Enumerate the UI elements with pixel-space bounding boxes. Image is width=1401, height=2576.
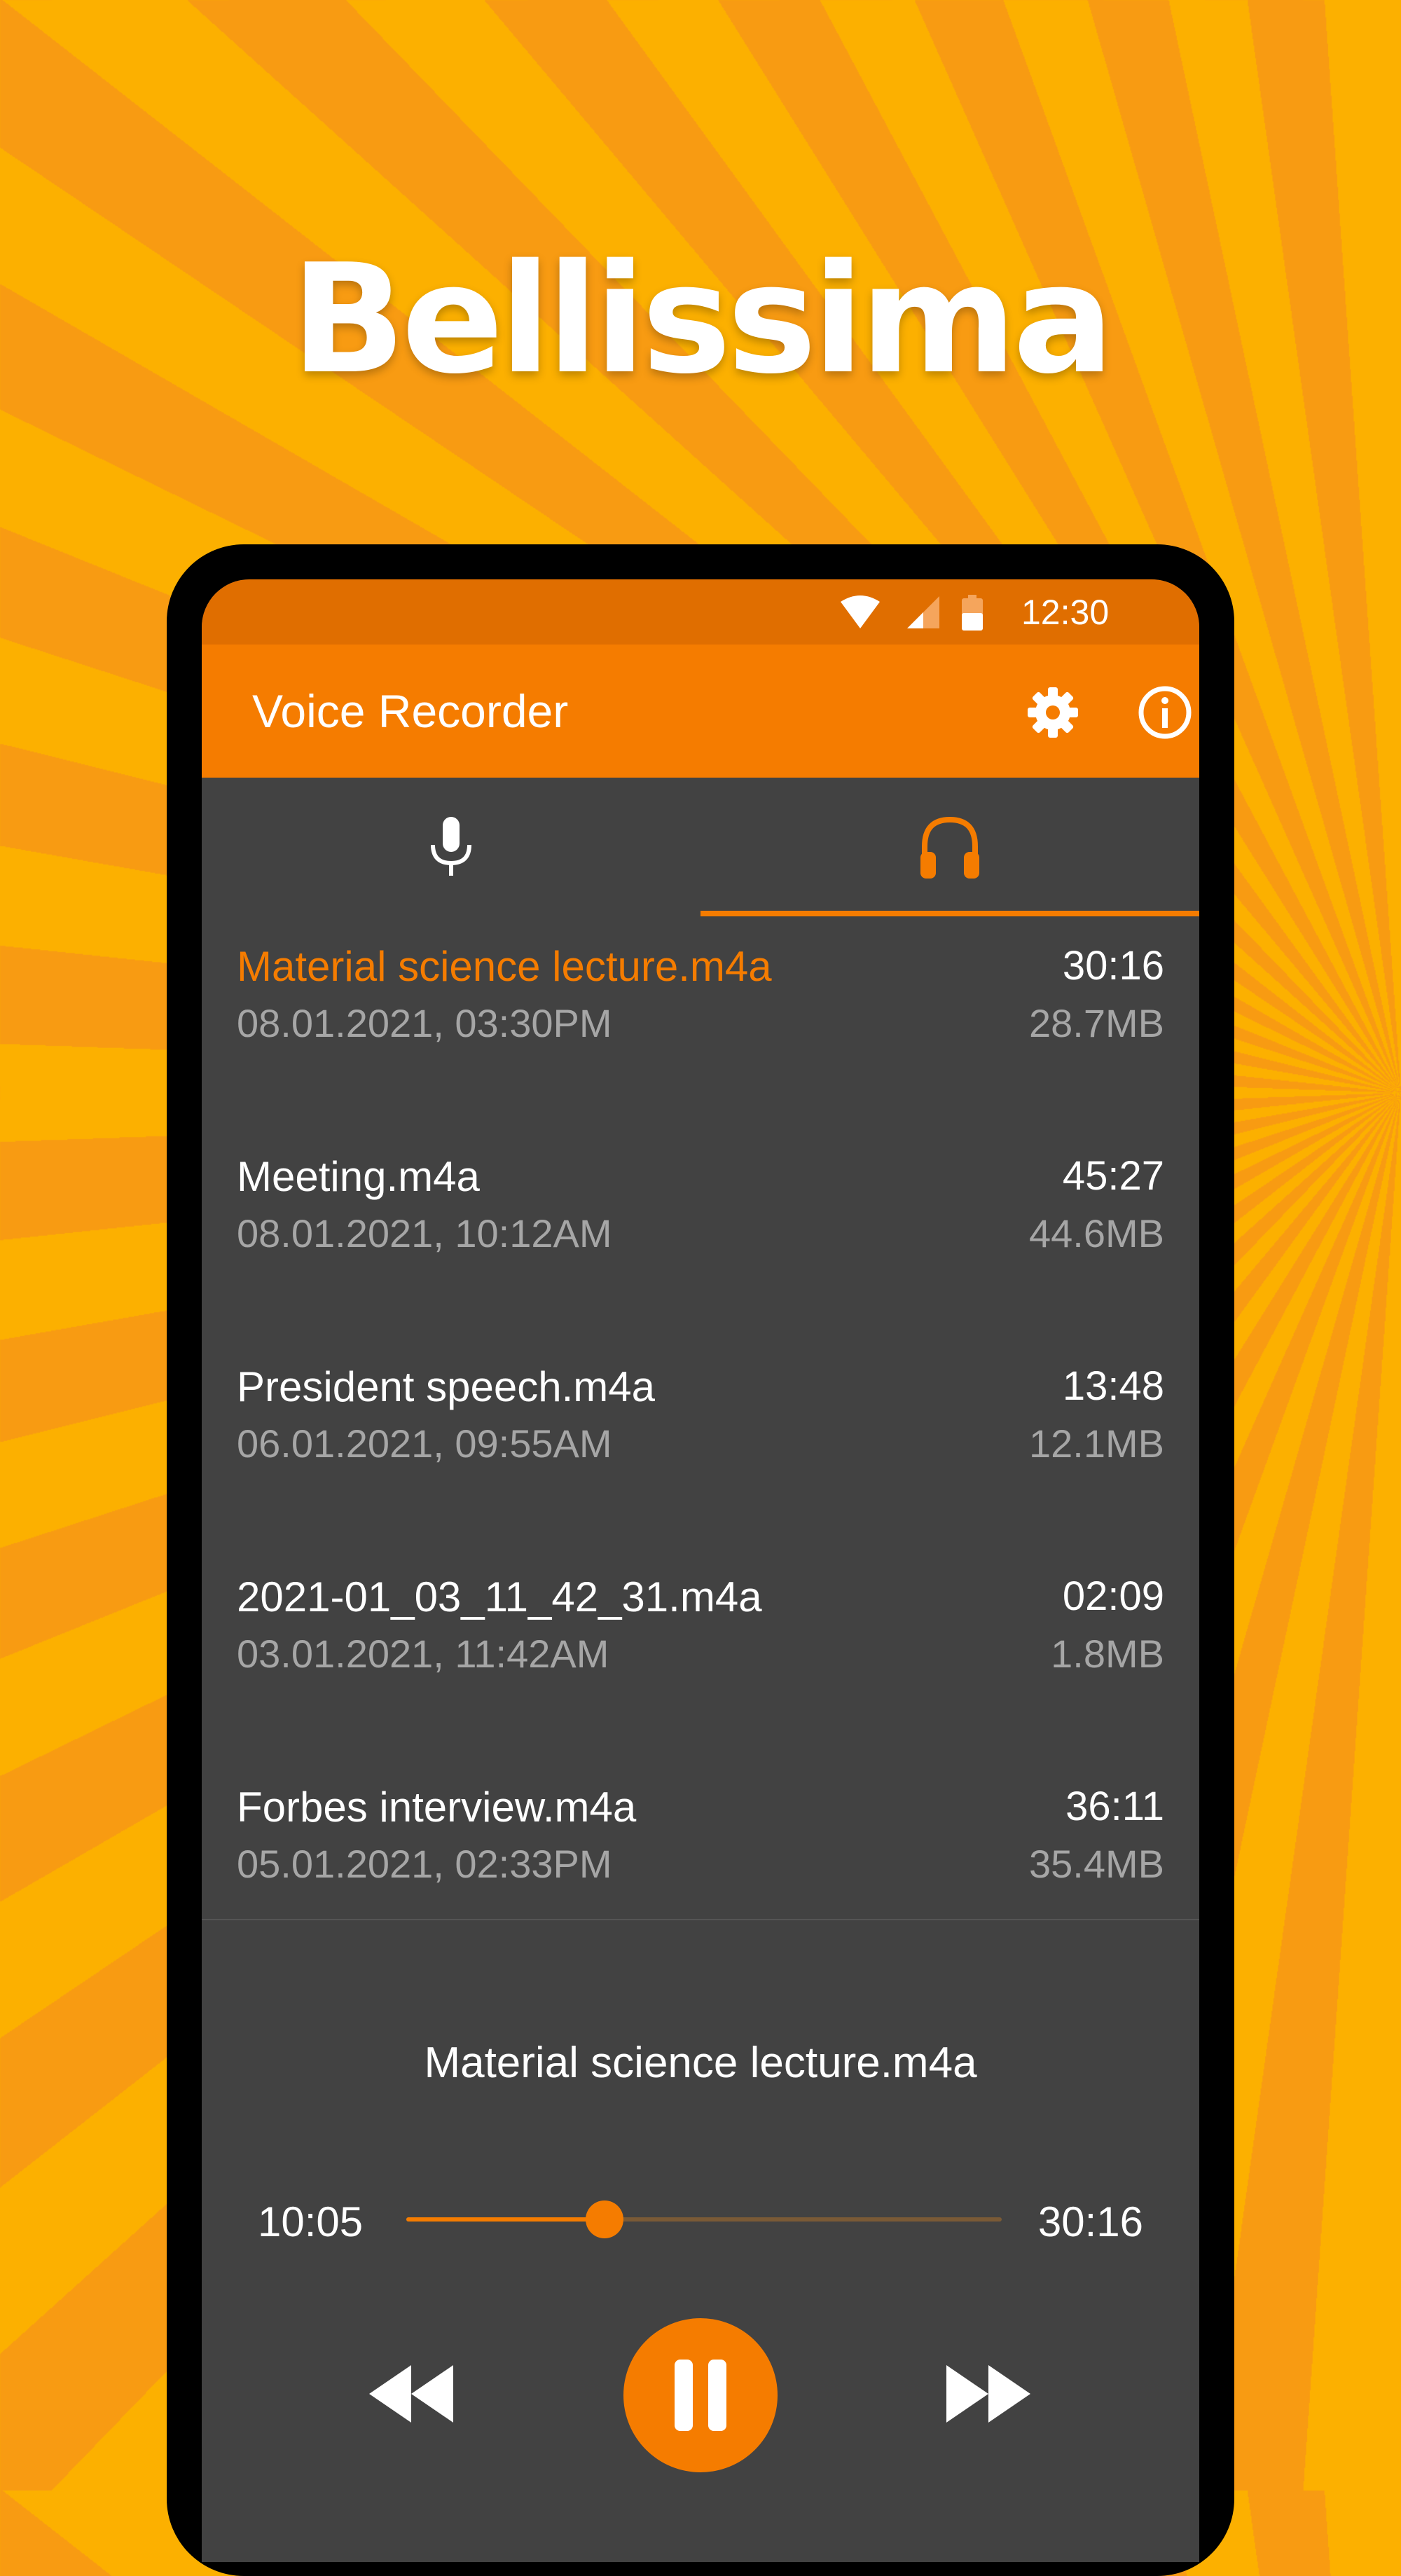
tab-bar (202, 778, 1199, 918)
recording-item[interactable]: President speech.m4a 06.01.2021, 09:55AM… (202, 1338, 1199, 1548)
recording-name: President speech.m4a (237, 1363, 656, 1410)
status-time: 12:30 (1021, 593, 1110, 632)
recording-name: Material science lecture.m4a (237, 943, 772, 990)
info-icon (1138, 686, 1192, 739)
battery-icon (962, 595, 983, 631)
seek-bar[interactable] (406, 2200, 1002, 2238)
recordings-list: Material science lecture.m4a 08.01.2021,… (202, 918, 1199, 1969)
phone-frame: 12:30 Voice Recorder Material science le… (167, 544, 1234, 2576)
app-screen: 12:30 Voice Recorder Material science le… (202, 579, 1199, 2562)
recording-date: 03.01.2021, 11:42AM (237, 1632, 609, 1676)
headphones-icon (920, 816, 979, 879)
signal-icon (907, 596, 939, 628)
recording-duration: 13:48 (1062, 1363, 1164, 1409)
recording-name: Meeting.m4a (237, 1153, 480, 1200)
player-title: Material science lecture.m4a (424, 2039, 977, 2087)
recording-item[interactable]: Meeting.m4a 08.01.2021, 10:12AM 45:27 44… (202, 1128, 1199, 1338)
rewind-icon (369, 2365, 453, 2423)
rewind-button[interactable] (363, 2345, 461, 2443)
recording-item[interactable]: Forbes interview.m4a 05.01.2021, 02:33PM… (202, 1758, 1199, 1969)
fast-forward-button[interactable] (939, 2345, 1037, 2443)
recording-duration: 30:16 (1062, 943, 1164, 989)
tab-record[interactable] (202, 778, 700, 918)
pause-button[interactable] (623, 2318, 778, 2472)
tab-recordings[interactable] (700, 778, 1199, 918)
recording-date: 08.01.2021, 10:12AM (237, 1211, 612, 1255)
total-time: 30:16 (1037, 2198, 1143, 2245)
recording-duration: 02:09 (1062, 1573, 1164, 1619)
status-bar: 12:30 (202, 579, 1199, 645)
current-time: 10:05 (258, 2198, 364, 2245)
recording-duration: 36:11 (1065, 1784, 1164, 1829)
wifi-icon (841, 595, 880, 628)
app-title: Voice Recorder (252, 685, 569, 737)
tab-indicator (700, 911, 1199, 916)
recording-item[interactable]: Material science lecture.m4a 08.01.2021,… (202, 918, 1199, 1128)
seek-thumb[interactable] (586, 2200, 624, 2238)
recording-item[interactable]: 2021-01_03_11_42_31.m4a 03.01.2021, 11:4… (202, 1548, 1199, 1758)
recording-size: 44.6MB (1029, 1211, 1164, 1255)
gear-icon (1028, 687, 1078, 738)
recording-date: 06.01.2021, 09:55AM (237, 1421, 612, 1466)
player-divider (202, 1919, 1199, 1920)
recording-date: 08.01.2021, 03:30PM (237, 1001, 612, 1045)
promo-headline: Bellissima (291, 231, 1114, 407)
recording-size: 35.4MB (1029, 1842, 1164, 1886)
microphone-icon (431, 817, 471, 876)
info-button[interactable] (1133, 681, 1196, 744)
fast-forward-icon (946, 2365, 1030, 2423)
recording-size: 12.1MB (1029, 1421, 1164, 1466)
settings-button[interactable] (1021, 681, 1084, 744)
recording-duration: 45:27 (1062, 1153, 1164, 1199)
seek-progress (406, 2217, 605, 2222)
recording-name: Forbes interview.m4a (237, 1784, 637, 1831)
recording-name: 2021-01_03_11_42_31.m4a (237, 1573, 762, 1620)
recording-date: 05.01.2021, 02:33PM (237, 1842, 612, 1886)
app-bar: Voice Recorder (202, 645, 1199, 778)
recording-size: 28.7MB (1029, 1001, 1164, 1045)
recording-size: 1.8MB (1051, 1632, 1164, 1676)
pause-icon (675, 2360, 726, 2431)
